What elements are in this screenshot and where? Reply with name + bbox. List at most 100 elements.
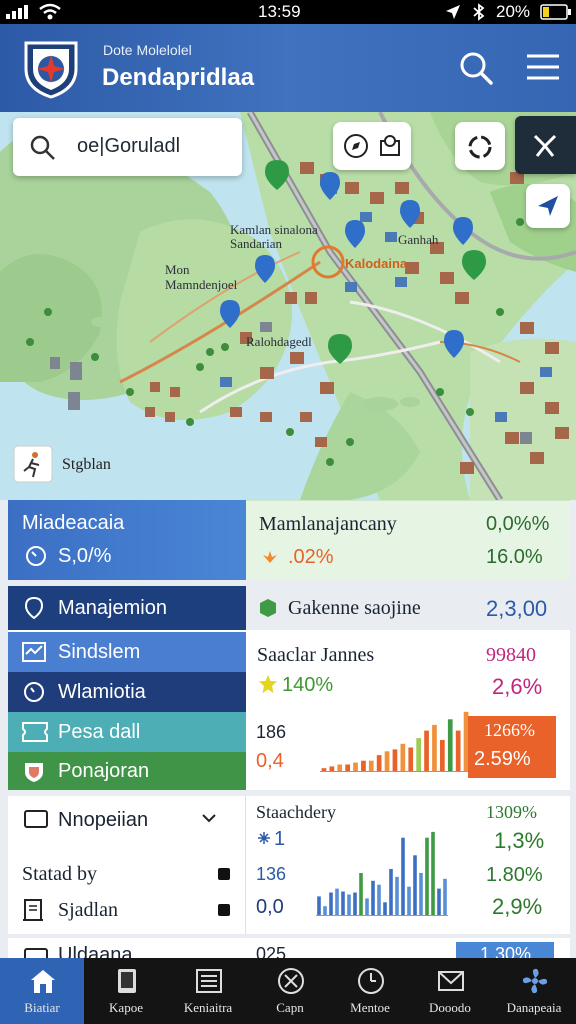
chart-bar [400,743,406,772]
menu-item[interactable]: Pesa dall [8,712,246,752]
search-button[interactable] [454,46,498,90]
hamburger-menu-icon [527,54,559,80]
chart-bar [347,894,351,916]
chart-bar [353,762,358,772]
nav-label: Keniaitra [183,1000,233,1015]
partial-panel[interactable]: Uldaana 025 1,30% [8,938,570,958]
rotate-icon [468,135,492,159]
checkbox-filled[interactable] [218,904,230,916]
partial-label: Uldaana [58,944,133,958]
nav-item-home[interactable]: Biatiar [0,958,84,1024]
summary-card-blue[interactable]: Miadeacaia S,0/% [8,500,246,580]
app-header: Dote Molelolel Dendapridlaa [0,24,576,112]
tag-icon [380,135,400,156]
map-label: Ganhah [398,232,439,247]
shield-icon [25,763,43,782]
chart-bar [337,764,343,772]
chart-bar [419,873,423,916]
gakenne-row[interactable]: Gakenne saojine 2,3,00 [246,586,570,630]
map-search-box[interactable]: oe|Goruladl [13,118,242,176]
stat-b: 2,6% [492,674,543,699]
chart-bar [413,855,417,916]
menu-item-active[interactable]: Manajemion [8,586,246,630]
map-label: Ralohdagedl [246,334,312,349]
map-legend-label: Stgblan [62,456,111,473]
nav-label: Dooodo [429,1000,471,1015]
map-label: Mamndenjoel [165,277,238,292]
report-dropdown[interactable]: Nnopeiian [8,796,246,842]
chart-val-136: 136 [256,864,287,884]
chart-bar [416,738,421,772]
chart-bar [395,876,399,916]
chart-bar [359,873,363,916]
location-arrow-icon [446,5,460,19]
chevron-down-icon [202,814,216,823]
map-legend-chip[interactable]: Stgblan [13,445,113,483]
map-layers-button[interactable] [333,122,411,170]
nav-item-mentoe[interactable]: Mentoe [328,958,412,1024]
nav-item-kapoe[interactable]: Kapoe [84,958,168,1024]
chart-badge: 1266% 2.59% [468,716,556,778]
chart-top-value: 99840 [486,644,536,666]
report-chart-card[interactable]: Staachdery 1309% 1 136 0,0 1,3% 1.80% 2,… [246,796,570,934]
chart-bar [389,869,393,916]
document-icon [23,899,43,921]
chart-pct-1: 1,3% [494,828,545,853]
chart-bar [317,896,321,916]
report-item-label: Statad by [22,863,97,885]
chart-bar [376,755,382,772]
menu-item[interactable]: Sindslem [8,632,246,672]
clock-icon [358,968,384,994]
nav-item-capn[interactable]: Capn [248,958,332,1024]
chart-bar [432,724,437,772]
summary-value: S,0/% [58,545,112,567]
menu-item[interactable]: Wlamiotia [8,672,246,712]
menu-item-label: Wlamiotia [58,681,146,703]
chart-bar [408,747,414,772]
map-view[interactable]: oe|Goruladl Kamlan sinalona Sandarian Mo… [0,112,576,500]
bar-chart-card[interactable]: Saaclar Jannes 99840 140% 2,6% 186 0,4 1… [246,634,570,790]
bar-chart-2 [316,831,448,916]
wifi-icon [39,3,61,20]
locate-me-button[interactable] [526,184,570,228]
mail-icon [438,971,464,991]
app-logo-shield [24,41,78,99]
nav-label: Mentoe [350,1000,390,1015]
report-item[interactable]: Sjadlan [8,896,246,928]
summary-card-green[interactable]: Mamlanajancany 0,0%% .02% 16.0% [246,500,570,580]
folder-icon [24,810,48,828]
nav-item-dooodo[interactable]: Dooodo [408,958,492,1024]
map-tools-button[interactable] [515,116,576,174]
status-bar: 13:59 20% [0,0,576,24]
ticket-icon [22,722,48,742]
map-label-highlight: Kalodaina [345,256,408,271]
chart-bar [384,751,390,772]
report-menu: Nnopeiian Statad by Sjadlan [8,796,246,934]
tools-icon [278,968,304,994]
chart-bar [407,886,411,916]
menu-button[interactable] [522,46,566,90]
refresh-icon [26,546,46,566]
nav-item-keniaitra[interactable]: Keniaitra [166,958,250,1024]
summary-right-title: Mamlanajancany [259,513,397,535]
header-title: Dendapridlaa [102,64,255,91]
chart-bar [341,891,345,916]
management-panel: Manajemion Sindslem Wlamiotia Pesa dall … [8,586,570,790]
chart-val-small: 1 [274,828,286,850]
report-item[interactable]: Statad by [8,860,246,892]
chart-bar [323,906,327,916]
chart-bar [335,888,339,916]
chart-bar [361,760,366,772]
folder-icon [24,948,48,958]
checkbox-filled[interactable] [218,868,230,880]
partial-badge: 1,30% [456,942,554,958]
nav-item-danapeaia[interactable]: Danapeaia [492,958,576,1024]
home-icon [31,970,55,993]
gakenne-value: 2,3,00 [486,596,548,621]
menu-item[interactable]: Ponajoran [8,752,246,790]
menu-item-label: Ponajoran [58,760,150,782]
map-search-input[interactable]: oe|Goruladl [77,135,180,158]
chart-bar [440,740,445,772]
map-rotate-button[interactable] [455,122,505,170]
bluetooth-icon [473,3,485,21]
